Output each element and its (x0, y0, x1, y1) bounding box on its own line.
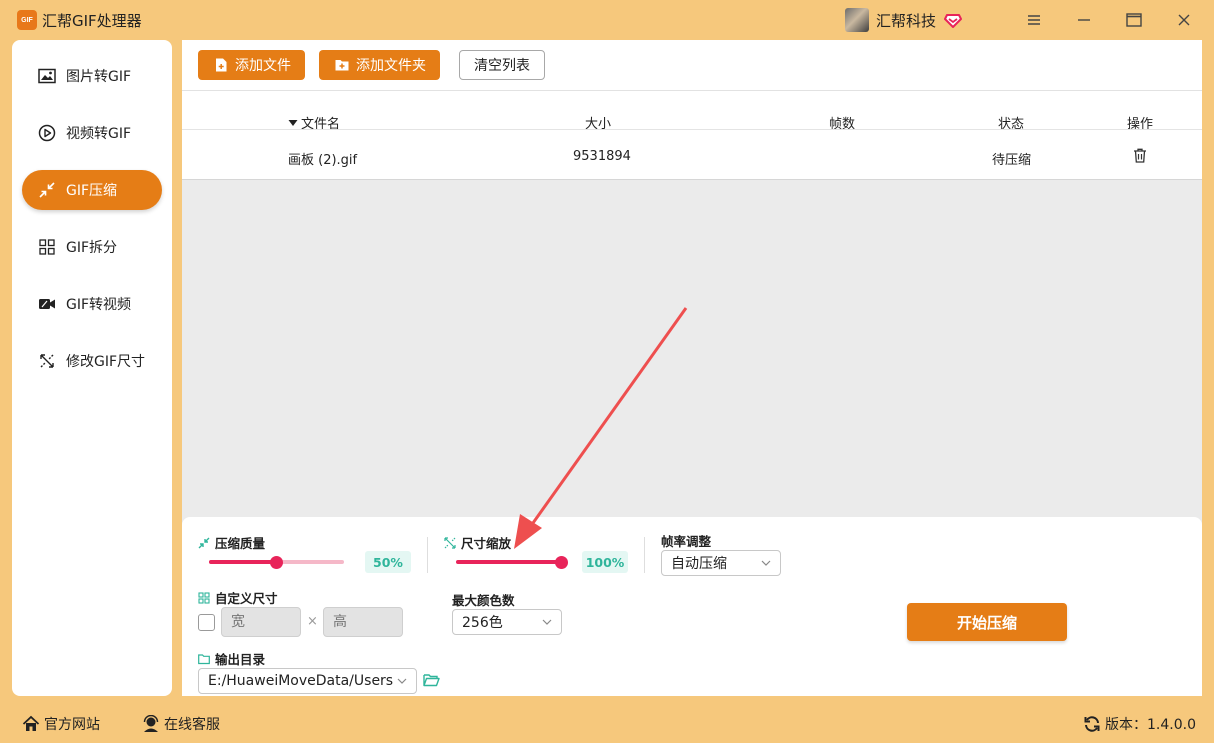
max-colors-select[interactable]: 256色 (452, 609, 562, 635)
user-name[interactable]: 汇帮科技 (876, 10, 936, 31)
sidebar-item-gif-split[interactable]: GIF拆分 (22, 227, 162, 267)
split-grid-icon (38, 238, 56, 256)
height-input[interactable] (323, 607, 403, 637)
settings-panel: 压缩质量 50% 尺寸缩放 100% 帧率调整 自动压缩 自定义尺寸 × (182, 517, 1202, 696)
sidebar-item-gif-compress[interactable]: GIF压缩 (22, 170, 162, 210)
scale-slider-thumb[interactable] (555, 556, 568, 569)
scale-label: 尺寸缩放 (444, 533, 511, 552)
main-panel: 添加文件 添加文件夹 清空列表 文件名 大小 帧数 状态 操作 画板 (2).g… (182, 40, 1202, 696)
app-title: 汇帮GIF处理器 (42, 12, 142, 30)
quality-slider-fill (209, 560, 276, 564)
divider (644, 537, 645, 573)
sidebar-item-label: 修改GIF尺寸 (66, 354, 146, 370)
support-agent-icon (143, 715, 159, 732)
framerate-select-value: 自动压缩 (671, 556, 727, 572)
version-info[interactable]: 版本：1.4.0.0 (1083, 714, 1196, 734)
quality-label: 压缩质量 (198, 533, 265, 552)
minimize-icon[interactable] (1072, 8, 1096, 32)
file-size-cell: 9531894 (573, 149, 631, 164)
sidebar-item-gif-to-video[interactable]: GIF转视频 (22, 284, 162, 324)
online-support-link[interactable]: 在线客服 (142, 714, 220, 734)
custom-size-checkbox[interactable] (198, 614, 215, 631)
grid-icon (198, 591, 210, 604)
add-folder-button[interactable]: 添加文件夹 (319, 50, 440, 80)
scale-value-badge: 100% (582, 551, 628, 573)
max-colors-label: 最大颜色数 (452, 593, 515, 608)
custom-size-label: 自定义尺寸 (198, 588, 278, 607)
sidebar-item-label: GIF压缩 (66, 183, 118, 199)
table-divider (182, 129, 1202, 130)
refresh-icon (1084, 716, 1100, 732)
sidebar-item-video-to-gif[interactable]: 视频转GIF (22, 113, 162, 153)
file-status-cell: 待压缩 (992, 153, 1032, 168)
clear-list-button[interactable]: 清空列表 (459, 50, 545, 80)
title-bar: GIF 汇帮GIF处理器 汇帮科技 (0, 0, 1214, 40)
open-folder-icon[interactable] (423, 673, 440, 687)
sidebar-item-label: 图片转GIF (66, 69, 132, 85)
image-icon (38, 67, 56, 85)
quality-slider-thumb[interactable] (270, 556, 283, 569)
times-sign: × (307, 614, 318, 629)
folder-small-icon (198, 653, 210, 664)
home-icon (22, 715, 40, 731)
divider (427, 537, 428, 573)
official-website-link[interactable]: 官方网站 (22, 714, 100, 734)
framerate-label: 帧率调整 (661, 534, 712, 549)
delete-icon[interactable] (1133, 148, 1147, 163)
custom-size-label-text: 自定义尺寸 (215, 591, 278, 606)
chevron-down-icon (761, 560, 771, 566)
file-table: 文件名 大小 帧数 状态 操作 画板 (2).gif 9531894 待压缩 (182, 90, 1202, 180)
sidebar-item-label: 视频转GIF (66, 126, 132, 142)
output-dir-value: E:/HuaweiMoveData/Users (208, 673, 394, 689)
output-dir-select[interactable]: E:/HuaweiMoveData/Users (198, 668, 417, 694)
sidebar-item-gif-resize[interactable]: 修改GIF尺寸 (22, 341, 162, 381)
sidebar-item-image-to-gif[interactable]: 图片转GIF (22, 56, 162, 96)
start-compress-button[interactable]: 开始压缩 (907, 603, 1067, 641)
menu-icon[interactable] (1022, 8, 1046, 32)
sort-down-icon (288, 119, 298, 126)
app-logo: GIF (17, 10, 37, 30)
compress-small-icon (198, 537, 210, 548)
online-support-label: 在线客服 (164, 717, 220, 733)
sidebar: 图片转GIF 视频转GIF GIF压缩 GIF拆分 GIF转视频 修改GIF尺寸 (12, 40, 172, 696)
framerate-select[interactable]: 自动压缩 (661, 550, 781, 576)
quality-value-badge: 50% (365, 551, 411, 573)
output-dir-label-text: 输出目录 (215, 652, 266, 667)
play-circle-icon (38, 124, 56, 142)
scale-label-text: 尺寸缩放 (461, 536, 512, 551)
chevron-down-icon (542, 619, 552, 625)
max-colors-select-value: 256色 (462, 615, 503, 631)
width-input[interactable] (221, 607, 301, 637)
official-website-label: 官方网站 (44, 717, 100, 733)
sidebar-item-label: GIF转视频 (66, 297, 132, 313)
chevron-down-icon (397, 678, 407, 684)
vip-diamond-icon[interactable] (944, 11, 962, 29)
user-avatar[interactable] (845, 8, 869, 32)
add-file-icon (216, 58, 227, 72)
add-file-label: 添加文件 (235, 58, 291, 74)
quality-label-text: 压缩质量 (215, 536, 266, 551)
add-file-button[interactable]: 添加文件 (198, 50, 305, 80)
sidebar-item-label: GIF拆分 (66, 240, 118, 256)
compress-icon (38, 181, 56, 199)
version-label: 版本：1.4.0.0 (1105, 717, 1196, 733)
close-icon[interactable] (1172, 8, 1196, 32)
output-dir-label: 输出目录 (198, 649, 265, 668)
scale-slider-track[interactable] (456, 560, 561, 564)
add-folder-label: 添加文件夹 (356, 58, 426, 74)
maximize-icon[interactable] (1122, 8, 1146, 32)
add-folder-icon (335, 60, 349, 71)
file-name-cell: 画板 (2).gif (288, 153, 358, 168)
resize-icon (38, 352, 56, 370)
resize-small-icon (444, 536, 456, 549)
toolbar: 添加文件 添加文件夹 清空列表 (182, 40, 1202, 90)
video-camera-icon (38, 295, 56, 313)
